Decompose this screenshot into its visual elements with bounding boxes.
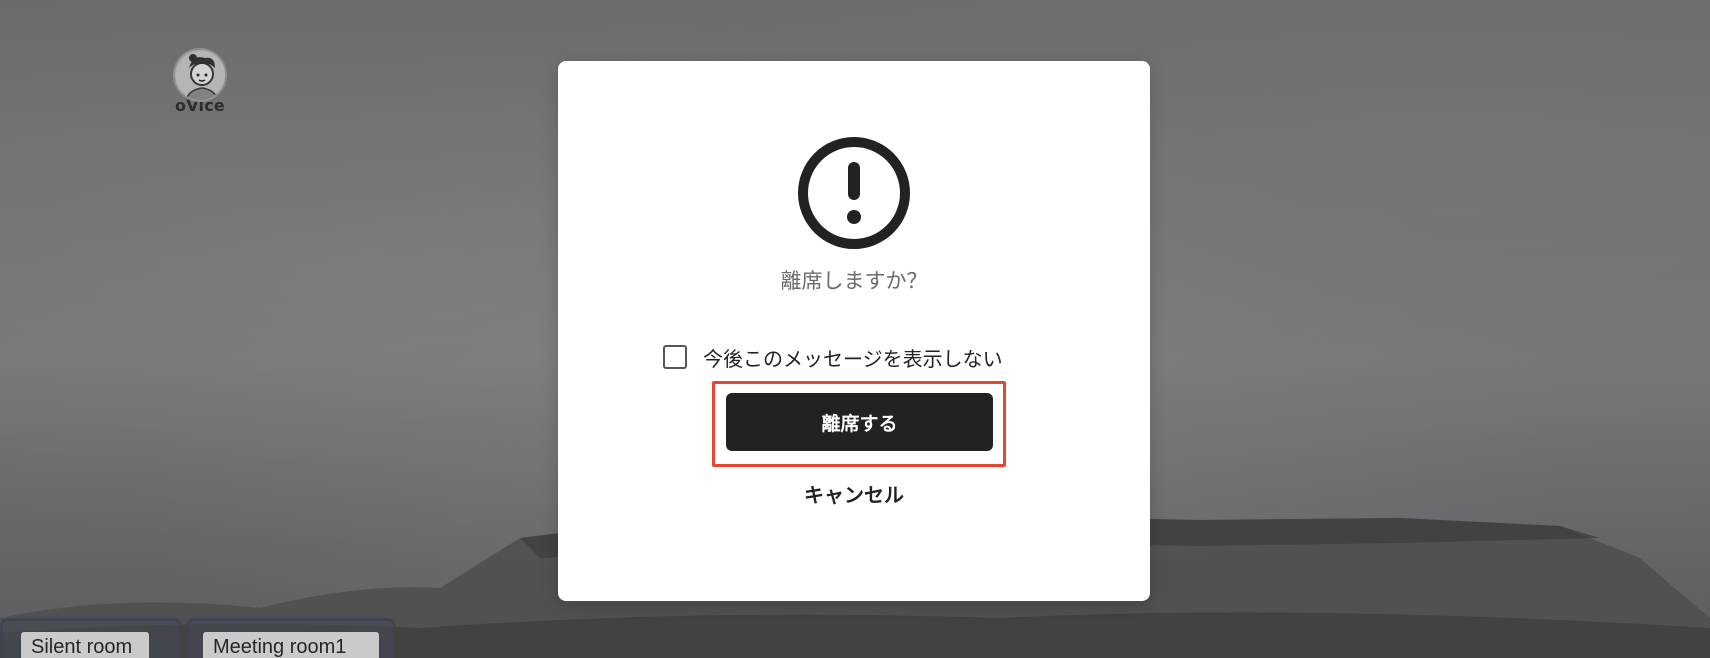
dialog-message: 離席しますか？ xyxy=(780,269,928,293)
dont-show-again-checkbox[interactable] xyxy=(663,345,687,369)
dont-show-again-option[interactable]: 今後このメッセージを表示しない xyxy=(663,342,1003,372)
workspace-canvas: oVice Silent room Meeting room1 離席しますか？ … xyxy=(0,0,1710,658)
dont-show-again-label: 今後このメッセージを表示しない xyxy=(703,346,1003,371)
cancel-button[interactable]: キャンセル xyxy=(558,479,1150,508)
exclamation-circle-icon xyxy=(798,137,910,249)
leave-seat-button[interactable]: 離席する xyxy=(726,393,993,451)
leave-seat-dialog: 離席しますか？ 今後このメッセージを表示しない 離席する キャンセル xyxy=(558,61,1150,601)
